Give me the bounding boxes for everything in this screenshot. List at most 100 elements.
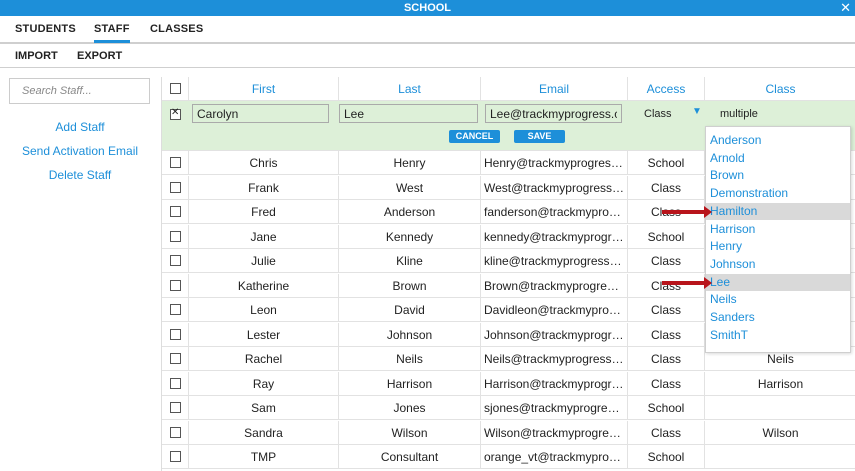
cell-email: Harrison@trackmyprogres... <box>481 371 628 396</box>
cell-first: Frank <box>189 175 339 200</box>
sidebar: Add Staff Send Activation Email Delete S… <box>0 68 160 471</box>
delete-staff-link[interactable]: Delete Staff <box>0 168 160 182</box>
table-row[interactable]: Ray Harrison Harrison@trackmyprogres... Cla… <box>162 371 855 396</box>
class-option[interactable]: Brown <box>706 167 850 184</box>
row-checkbox[interactable] <box>170 279 181 291</box>
header-last[interactable]: Last <box>339 77 481 101</box>
tab-classes[interactable]: CLASSES <box>150 23 203 35</box>
email-field[interactable] <box>485 104 622 123</box>
select-all-checkbox[interactable] <box>170 83 181 94</box>
edit-row-checkbox[interactable] <box>170 107 181 120</box>
class-option[interactable]: Neils <box>706 291 850 308</box>
row-checkbox[interactable] <box>170 353 181 364</box>
class-option[interactable]: Sanders <box>706 309 850 326</box>
last-name-field[interactable] <box>339 104 478 123</box>
cell-access: Class <box>628 175 705 200</box>
cell-access: School <box>628 151 705 175</box>
cell-last: Johnson <box>339 322 481 347</box>
search-staff-input[interactable] <box>9 78 150 104</box>
chevron-down-icon[interactable]: ▼ <box>692 106 702 117</box>
cell-email: sjones@trackmyprogress.... <box>481 396 628 420</box>
class-option[interactable]: Harrison <box>706 221 850 238</box>
cell-email: kennedy@trackmyprogress... <box>481 224 628 249</box>
class-option[interactable]: Arnold <box>706 150 850 167</box>
first-name-field[interactable] <box>192 104 329 123</box>
header-access[interactable]: Access <box>628 77 705 101</box>
cell-last: Brown <box>339 273 481 298</box>
cell-email: kline@trackmyprogress.c... <box>481 249 628 273</box>
cell-first: Julie <box>189 249 339 273</box>
header-class[interactable]: Class <box>705 77 855 101</box>
row-checkbox[interactable] <box>170 255 181 266</box>
cell-access: Class <box>628 249 705 273</box>
cell-first: Rachel <box>189 347 339 371</box>
export-button[interactable]: EXPORT <box>77 50 122 62</box>
cell-access: Class <box>628 347 705 371</box>
cell-access: School <box>628 396 705 420</box>
cell-last: Kline <box>339 249 481 273</box>
row-checkbox[interactable] <box>170 451 181 462</box>
class-option[interactable]: Lee <box>706 273 850 291</box>
cell-email: Johnson@trackmyprogres... <box>481 322 628 347</box>
cell-email: orange_vt@trackmyprogress <box>481 445 628 469</box>
row-checkbox[interactable] <box>170 206 181 217</box>
cell-access: School <box>628 445 705 469</box>
cell-last: David <box>339 298 481 322</box>
tab-students[interactable]: STUDENTS <box>15 23 76 35</box>
cell-first: Sam <box>189 396 339 420</box>
cell-last: Henry <box>339 151 481 175</box>
cell-first: Katherine <box>189 273 339 298</box>
class-option[interactable]: Hamilton <box>706 202 850 220</box>
cell-access: School <box>628 224 705 249</box>
access-select-value[interactable]: Class <box>644 108 672 120</box>
cell-last: Jones <box>339 396 481 420</box>
row-checkbox[interactable] <box>170 304 181 315</box>
save-button[interactable]: SAVE <box>514 130 565 143</box>
cell-access: Class <box>628 371 705 396</box>
cell-first: Ray <box>189 371 339 396</box>
cell-first: Leon <box>189 298 339 322</box>
cell-first: Fred <box>189 200 339 224</box>
cell-class <box>705 396 855 420</box>
annotation-arrow <box>662 206 712 218</box>
add-staff-link[interactable]: Add Staff <box>0 120 160 134</box>
cell-access: Class <box>628 420 705 445</box>
class-option[interactable]: SmithT <box>706 327 850 344</box>
class-multiselect-dropdown: Anderson Arnold Brown Demonstration Hamilton… <box>705 126 851 353</box>
row-checkbox[interactable] <box>170 402 181 413</box>
table-row[interactable]: Sandra Wilson Wilson@trackmyprogress.... Cl… <box>162 420 855 445</box>
row-checkbox[interactable] <box>170 181 181 193</box>
row-checkbox[interactable] <box>170 377 181 389</box>
cell-email: Henry@trackmyprogress.... <box>481 151 628 175</box>
header-first[interactable]: First <box>189 77 339 101</box>
cell-class: Wilson <box>762 425 799 440</box>
cell-access: Class <box>628 273 705 298</box>
close-icon[interactable]: ✕ <box>840 0 851 16</box>
table-row[interactable]: Sam Jones sjones@trackmyprogress.... School <box>162 396 855 420</box>
class-option[interactable]: Henry <box>706 238 850 255</box>
row-checkbox[interactable] <box>170 157 181 168</box>
cell-email: fanderson@trackmyprogr... <box>481 200 628 224</box>
cell-first: Chris <box>189 151 339 175</box>
send-activation-email-link[interactable]: Send Activation Email <box>0 144 160 158</box>
cell-last: Consultant <box>339 445 481 469</box>
cell-first: Sandra <box>189 420 339 445</box>
cell-first: Jane <box>189 224 339 249</box>
header-email[interactable]: Email <box>481 77 628 101</box>
row-checkbox[interactable] <box>170 328 181 340</box>
cell-email: West@trackmyprogress.c... <box>481 175 628 200</box>
cell-class <box>705 445 855 469</box>
row-checkbox[interactable] <box>170 230 181 242</box>
class-option[interactable]: Demonstration <box>706 185 850 202</box>
row-checkbox[interactable] <box>170 426 181 438</box>
tab-staff[interactable]: STAFF <box>94 23 130 43</box>
class-option[interactable]: Anderson <box>706 132 850 149</box>
app-title: SCHOOL <box>403 2 452 14</box>
cancel-button[interactable]: CANCEL <box>449 130 500 143</box>
cell-last: Kennedy <box>339 224 481 249</box>
table-row[interactable]: TMP Consultant orange_vt@trackmyprogress Sc… <box>162 445 855 469</box>
cell-email: Brown@trackmyprogress.... <box>481 273 628 298</box>
import-button[interactable]: IMPORT <box>15 50 58 62</box>
class-option[interactable]: Johnson <box>706 256 850 273</box>
class-select-value[interactable]: multiple <box>720 108 758 120</box>
